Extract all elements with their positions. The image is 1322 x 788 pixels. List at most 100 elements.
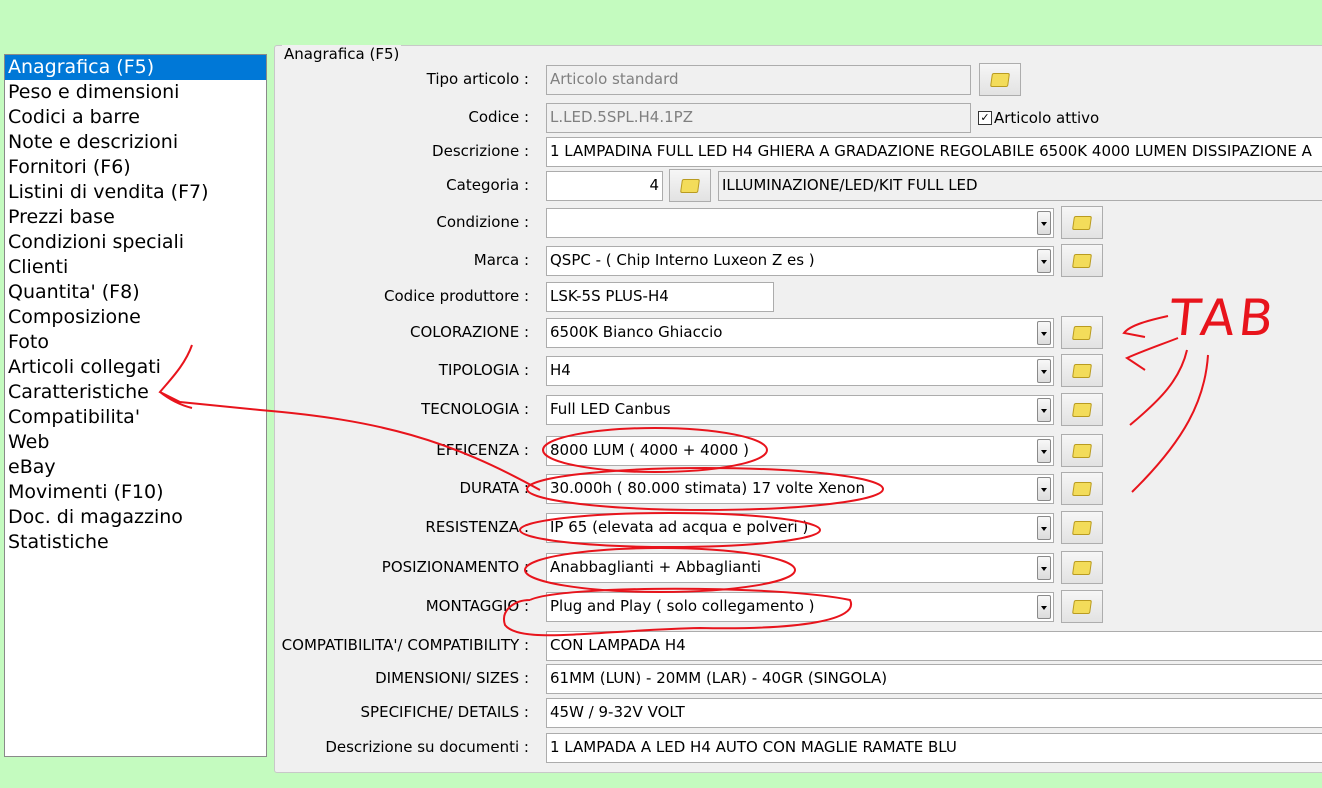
group-title: Anagrafica (F5) [282,45,402,63]
efficenza-combo[interactable]: 8000 LUM ( 4000 + 4000 ) [546,436,1054,466]
resistenza-combo[interactable]: IP 65 (elevata ad acqua e polveri ) [546,513,1054,543]
chevron-down-icon[interactable] [1037,516,1051,540]
chevron-down-icon[interactable] [1037,439,1051,463]
posizionamento-combo[interactable]: Anabbaglianti + Abbaglianti [546,553,1054,583]
specifiche-field[interactable]: 45W / 9-32V VOLT [546,698,1322,728]
nav-item[interactable]: Note e descrizioni [5,130,266,155]
efficenza-label: EFFICENZA : [436,441,529,459]
chevron-down-icon[interactable] [1037,211,1051,235]
nav-item[interactable]: Condizioni speciali [5,230,266,255]
condizione-combo[interactable] [546,208,1054,238]
folder-icon [1072,520,1092,535]
nav-item[interactable]: Composizione [5,305,266,330]
tipo-articolo-browse-button[interactable] [979,63,1021,96]
tipo-articolo-field[interactable]: Articolo standard [546,65,971,95]
durata-combo[interactable]: 30.000h ( 80.000 stimata) 17 volte Xenon [546,474,1054,504]
tipologia-browse-button[interactable] [1061,354,1103,387]
dimensioni-label: DIMENSIONI/ SIZES : [375,669,529,687]
nav-item[interactable]: Peso e dimensioni [5,80,266,105]
tecnologia-browse-button[interactable] [1061,393,1103,426]
chevron-down-icon[interactable] [1037,556,1051,580]
tecnologia-combo[interactable]: Full LED Canbus [546,395,1054,425]
specifiche-label: SPECIFICHE/ DETAILS : [360,703,529,721]
colorazione-browse-button[interactable] [1061,316,1103,349]
colorazione-value: 6500K Bianco Ghiaccio [550,323,723,341]
nav-item[interactable]: Prezzi base [5,205,266,230]
chevron-down-icon[interactable] [1037,321,1051,345]
nav-item[interactable]: Compatibilita' [5,405,266,430]
dimensioni-value: 61MM (LUN) - 20MM (LAR) - 40GR (SINGOLA) [550,669,888,687]
tipologia-value: H4 [550,361,571,379]
folder-icon [1072,402,1092,417]
codice-produttore-label: Codice produttore : [384,287,529,305]
codice-value: L.LED.5SPL.H4.1PZ [550,108,693,126]
nav-item[interactable]: Anagrafica (F5) [5,55,266,80]
condizione-label: Condizione : [436,213,529,231]
montaggio-combo[interactable]: Plug and Play ( solo collegamento ) [546,592,1054,622]
efficenza-browse-button[interactable] [1061,434,1103,467]
codice-produttore-field[interactable]: LSK-5S PLUS-H4 [546,282,774,312]
nav-item[interactable]: Clienti [5,255,266,280]
tipologia-combo[interactable]: H4 [546,356,1054,386]
codice-field[interactable]: L.LED.5SPL.H4.1PZ [546,103,971,133]
posizionamento-label: POSIZIONAMENTO : [381,558,529,576]
nav-item[interactable]: Articoli collegati [5,355,266,380]
chevron-down-icon[interactable] [1037,477,1051,501]
colorazione-label: COLORAZIONE : [409,323,529,341]
marca-label: Marca : [473,251,529,269]
folder-icon [1072,481,1092,496]
tipologia-label: TIPOLOGIA : [438,361,529,379]
articolo-attivo-label: Articolo attivo [994,109,1100,127]
descrizione-documenti-field[interactable]: 1 LAMPADA A LED H4 AUTO CON MAGLIE RAMAT… [546,733,1322,763]
durata-value: 30.000h ( 80.000 stimata) 17 volte Xenon [550,479,865,497]
folder-icon [1072,363,1092,378]
chevron-down-icon[interactable] [1037,359,1051,383]
folder-icon [1072,599,1092,614]
descrizione-documenti-value: 1 LAMPADA A LED H4 AUTO CON MAGLIE RAMAT… [550,738,957,756]
marca-browse-button[interactable] [1061,244,1103,277]
section-list[interactable]: Anagrafica (F5) Peso e dimensioni Codici a… [4,54,267,757]
dimensioni-field[interactable]: 61MM (LUN) - 20MM (LAR) - 40GR (SINGOLA) [546,664,1322,694]
nav-item[interactable]: Foto [5,330,266,355]
nav-item[interactable]: Caratteristiche [5,380,266,405]
nav-item[interactable]: Statistiche [5,530,266,555]
montaggio-browse-button[interactable] [1061,590,1103,623]
nav-item[interactable]: Doc. di magazzino [5,505,266,530]
nav-item[interactable]: eBay [5,455,266,480]
chevron-down-icon[interactable] [1037,398,1051,422]
descrizione-value: 1 LAMPADINA FULL LED H4 GHIERA A GRADAZI… [550,142,1312,160]
colorazione-combo[interactable]: 6500K Bianco Ghiaccio [546,318,1054,348]
resistenza-browse-button[interactable] [1061,511,1103,544]
condizione-browse-button[interactable] [1061,206,1103,239]
codice-label: Codice : [468,108,529,126]
marca-combo[interactable]: QSPC - ( Chip Interno Luxeon Z es ) [546,246,1054,276]
tecnologia-label: TECNOLOGIA : [421,400,529,418]
descrizione-field[interactable]: 1 LAMPADINA FULL LED H4 GHIERA A GRADAZI… [546,137,1322,167]
nav-item[interactable]: Codici a barre [5,105,266,130]
nav-item[interactable]: Listini di vendita (F7) [5,180,266,205]
categoria-label: Categoria : [446,176,529,194]
nav-item[interactable]: Fornitori (F6) [5,155,266,180]
chevron-down-icon[interactable] [1037,595,1051,619]
durata-browse-button[interactable] [1061,472,1103,505]
chevron-down-icon[interactable] [1037,249,1051,273]
nav-item[interactable]: Web [5,430,266,455]
compatibilita-field[interactable]: CON LAMPADA H4 [546,631,1322,661]
folder-icon [680,178,700,193]
specifiche-value: 45W / 9-32V VOLT [550,703,685,721]
folder-icon [1072,253,1092,268]
codice-produttore-value: LSK-5S PLUS-H4 [550,287,669,305]
articolo-attivo-checkbox[interactable]: ✓ [978,111,992,125]
folder-icon [1072,560,1092,575]
tipo-articolo-value: Articolo standard [550,70,679,88]
folder-icon [990,72,1010,87]
montaggio-value: Plug and Play ( solo collegamento ) [550,597,815,615]
folder-icon [1072,443,1092,458]
posizionamento-browse-button[interactable] [1061,551,1103,584]
montaggio-label: MONTAGGIO : [425,597,529,615]
categoria-field[interactable]: 4 [546,171,663,201]
nav-item[interactable]: Quantita' (F8) [5,280,266,305]
durata-label: DURATA : [459,479,529,497]
nav-item[interactable]: Movimenti (F10) [5,480,266,505]
categoria-browse-button[interactable] [669,169,711,202]
